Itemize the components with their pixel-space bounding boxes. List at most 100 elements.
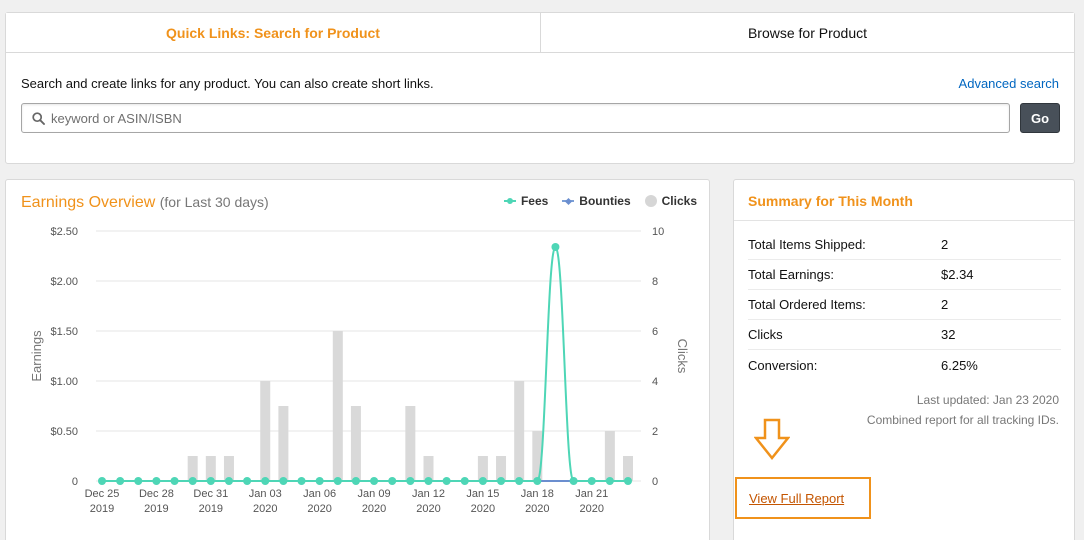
summary-label: Total Earnings: [748,267,834,282]
summary-value: 6.25% [941,357,978,373]
combined-report-note: Combined report for all tracking IDs. [866,413,1059,427]
fees-point [533,477,542,485]
fees-point [261,477,270,485]
earnings-subtitle: (for Last 30 days) [159,194,269,210]
fees-point [497,477,506,485]
fees-point [170,477,179,485]
y-tick-label: $1.00 [50,376,78,388]
fees-point [206,477,215,485]
summary-table: Total Items Shipped: 2 Total Earnings: $… [748,230,1061,380]
summary-label: Clicks [748,327,783,342]
fees-point [315,477,324,485]
fees-point [442,477,451,485]
view-full-report-link[interactable]: View Full Report [735,477,871,519]
fees-point [279,477,288,485]
clicks-bar [405,406,416,481]
x-tick-label: Jan 15 [466,488,499,500]
summary-label: Conversion: [748,357,818,373]
legend-bounties[interactable]: Bounties [562,194,631,208]
search-icon [32,111,45,125]
summary-row: Total Ordered Items: 2 [748,290,1061,320]
y2-tick-label: 8 [652,276,658,288]
earnings-overview-panel: Earnings Overview (for Last 30 days) Fee… [5,179,710,540]
fees-point [116,477,125,485]
summary-value: 2 [941,297,949,312]
fees-point [424,477,433,485]
legend-fees[interactable]: Fees [503,194,548,208]
fees-point [605,477,614,485]
summary-value: $2.34 [941,267,974,282]
fees-point [351,477,360,485]
fees-point [134,477,143,485]
fees-point [152,477,161,485]
x-tick-label: Dec 28 [139,488,174,500]
y-tick-label: 0 [72,476,78,488]
x-tick-label: Jan 03 [249,488,282,500]
advanced-search-link[interactable]: Advanced search [959,76,1059,91]
x-tick-year: 2019 [144,503,168,515]
clicks-bar [332,331,343,481]
summary-value: 32 [941,327,956,342]
x-tick-year: 2020 [471,503,495,515]
summary-row: Total Earnings: $2.34 [748,260,1061,290]
y-tick-label: $2.50 [50,226,78,238]
quick-links-panel: Quick Links: Search for Product Browse f… [5,12,1075,164]
bounties-line-icon [562,195,575,207]
clicks-bar [260,381,271,481]
x-tick-label: Jan 12 [412,488,445,500]
y2-tick-label: 10 [652,226,664,238]
x-tick-year: 2020 [253,503,277,515]
last-updated-text: Last updated: Jan 23 2020 [916,393,1059,407]
y2-tick-label: 4 [652,376,658,388]
fees-point [297,477,306,485]
summary-row: Clicks 32 [748,320,1061,350]
x-tick-year: 2020 [416,503,440,515]
down-arrow-icon [754,418,790,460]
fees-point [98,477,106,485]
x-tick-year: 2020 [362,503,386,515]
fees-point [587,477,596,485]
fees-point [388,477,397,485]
clicks-bar [604,431,615,481]
tab-browse-product[interactable]: Browse for Product [540,13,1074,52]
x-tick-label: Jan 21 [575,488,608,500]
summary-label: Total Items Shipped: [748,237,866,252]
y2-tick-label: 0 [652,476,658,488]
x-tick-year: 2020 [525,503,549,515]
clicks-circle-icon [644,195,657,207]
go-button[interactable]: Go [1020,103,1060,133]
x-tick-label: Jan 06 [303,488,336,500]
y-tick-label: $1.50 [50,326,78,338]
x-tick-label: Jan 09 [358,488,391,500]
y2-tick-label: 6 [652,326,658,338]
y-axis-title: Earnings [29,330,44,382]
x-tick-label: Dec 25 [85,488,120,500]
clicks-bar [350,406,361,481]
fees-line [102,245,628,482]
summary-row: Conversion: 6.25% [748,350,1061,380]
fees-point [188,477,197,485]
clicks-bar [278,406,289,481]
fees-point [460,477,469,485]
x-tick-year: 2020 [579,503,603,515]
summary-divider [734,220,1074,221]
chart-legend: Fees Bounties Clicks [490,194,697,208]
fees-point [406,477,415,485]
search-box[interactable] [21,103,1010,133]
fees-point [569,477,578,485]
legend-clicks-label: Clicks [661,194,697,208]
y-tick-label: $2.00 [50,276,78,288]
y2-tick-label: 2 [652,426,658,438]
search-input[interactable] [51,110,951,126]
summary-title: Summary for This Month [748,193,913,209]
x-tick-label: Jan 18 [521,488,554,500]
fees-point [478,477,487,485]
tab-quick-links[interactable]: Quick Links: Search for Product [6,13,540,52]
x-tick-year: 2019 [90,503,114,515]
clicks-bar [514,381,525,481]
fees-point [224,477,233,485]
legend-clicks[interactable]: Clicks [644,194,697,208]
earnings-title: Earnings Overview (for Last 30 days) [21,194,269,212]
y-tick-label: $0.50 [50,426,78,438]
fees-point [243,477,252,485]
